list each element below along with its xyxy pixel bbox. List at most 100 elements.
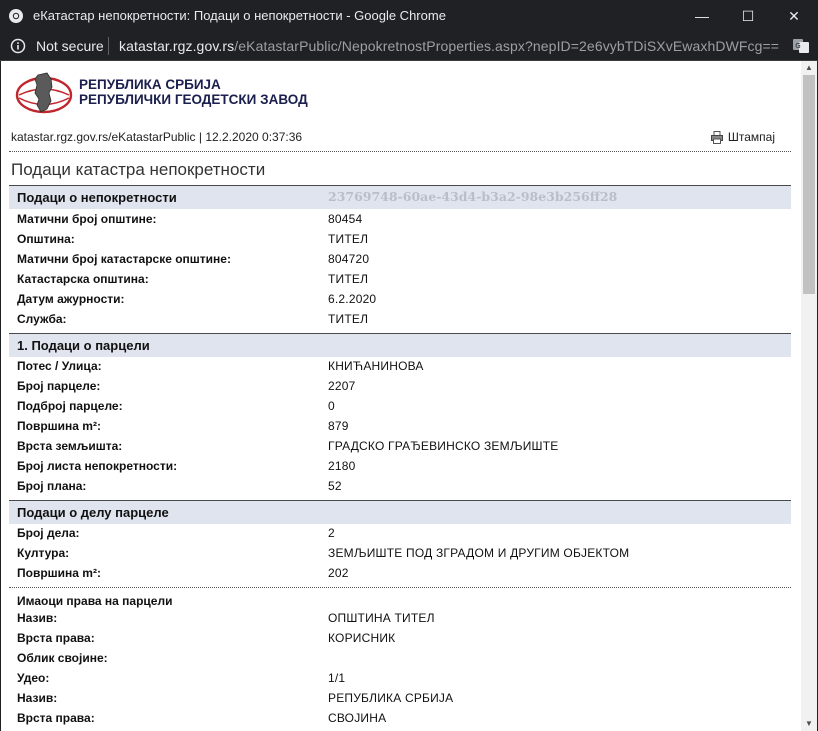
- part-row: Култура: ЗЕМЉИШТЕ ПОД ЗГРАДОМ И ДРУГИМ ОБ…: [17, 544, 777, 564]
- minimize-button[interactable]: —: [679, 0, 725, 32]
- parcel-row: Подброј парцеле: 0: [17, 397, 777, 417]
- field-label: Број листа непокретности:: [17, 459, 178, 473]
- field-value: ТИТЕЛ: [328, 312, 369, 326]
- print-link[interactable]: Штампај: [710, 130, 775, 144]
- property-row: Датум ажурности: 6.2.2020: [17, 290, 777, 310]
- site-meta: katastar.rgz.gov.rs/eKatastarPublic | 12…: [11, 130, 303, 144]
- field-label: Назив:: [17, 691, 58, 705]
- parcel-row: Површина m²: 879: [17, 417, 777, 437]
- field-label: Катастарска општина:: [17, 272, 149, 286]
- field-label: Број дела:: [17, 526, 80, 540]
- field-value: 804720: [328, 252, 370, 266]
- page-scrollbar[interactable]: ▲ ▼: [801, 61, 817, 731]
- field-label: Облик својине:: [17, 651, 108, 665]
- field-value: ОПШТИНА ТИТЕЛ: [328, 611, 435, 625]
- field-label: Култура:: [17, 546, 70, 560]
- field-label: Врста права:: [17, 631, 95, 645]
- scroll-down-arrow-icon[interactable]: ▼: [801, 717, 817, 731]
- field-label: Број плана:: [17, 479, 87, 493]
- owner-row: Назив: РЕПУБЛИКА СРБИЈА: [17, 689, 777, 709]
- owners-title: Имаоци права на парцели: [17, 594, 173, 608]
- rgz-logo: [15, 72, 73, 114]
- section-parcel-header: 1. Подаци о парцели: [9, 333, 791, 357]
- url-path: /eKatastarPublic/NepokretnostProperties.…: [234, 38, 780, 54]
- url-host: katastar.rgz.gov.rs: [119, 38, 235, 54]
- field-value: КОРИСНИК: [328, 631, 396, 645]
- property-guid: 23769748-60ae-43d4-b3a2-98e3b256ff28: [328, 189, 618, 204]
- org-name-line2: РЕПУБЛИЧКИ ГЕОДЕТСКИ ЗАВОД: [79, 92, 308, 107]
- field-value: РЕПУБЛИКА СРБИЈА: [328, 691, 454, 705]
- owner-row: Удео: 1/1: [17, 669, 777, 689]
- field-value: 0: [328, 399, 335, 413]
- parcel-row: Врста земљишта: ГРАДСКО ГРАЂЕВИНСКО ЗЕМЉИ…: [17, 437, 777, 457]
- parcel-row: Број плана: 52: [17, 477, 777, 497]
- part-row: Површина m²: 202: [17, 564, 777, 584]
- field-label: Назив:: [17, 611, 58, 625]
- close-icon: ✕: [788, 7, 800, 24]
- printer-icon: [710, 130, 723, 144]
- maximize-icon: ☐: [741, 7, 755, 24]
- maximize-button[interactable]: ☐: [725, 0, 771, 32]
- field-value: 879: [328, 419, 349, 433]
- page-title: Подаци катастра непокретности: [11, 160, 266, 179]
- org-name: РЕПУБЛИКА СРБИЈА РЕПУБЛИЧКИ ГЕОДЕТСКИ ЗА…: [79, 77, 308, 107]
- field-value: ТИТЕЛ: [328, 232, 369, 246]
- field-label: Матични број општине:: [17, 212, 157, 226]
- owner-row: Врста права: СВОЈИНА: [17, 709, 777, 729]
- url-field[interactable]: katastar.rgz.gov.rs/eKatastarPublic/Nepo…: [119, 38, 779, 54]
- address-bar: Not secure katastar.rgz.gov.rs/eKatastar…: [0, 32, 818, 61]
- security-status[interactable]: Not secure: [36, 38, 104, 54]
- print-label: Штампај: [727, 130, 775, 144]
- section-title: Подаци о делу парцеле: [17, 505, 169, 520]
- field-value: 2180: [328, 459, 356, 473]
- property-row: Катастарска општина: ТИТЕЛ: [17, 270, 777, 290]
- field-label: Општина:: [17, 232, 75, 246]
- property-row: Матични број катастарске општине: 804720: [17, 250, 777, 270]
- property-row: Служба: ТИТЕЛ: [17, 310, 777, 330]
- field-label: Врста земљишта:: [17, 439, 123, 453]
- field-label: Служба:: [17, 312, 67, 326]
- section-property-header: Подаци о непокретности 23769748-60ae-43d…: [9, 185, 791, 209]
- field-value: 2207: [328, 379, 356, 393]
- translate-icon[interactable]: G: [792, 37, 810, 55]
- svg-text:G: G: [795, 42, 800, 50]
- info-icon[interactable]: [10, 38, 26, 54]
- scroll-up-arrow-icon[interactable]: ▲: [801, 61, 817, 75]
- field-label: Датум ажурности:: [17, 292, 125, 306]
- field-value: 52: [328, 479, 342, 493]
- divider: [9, 151, 791, 152]
- section-title: 1. Подаци о парцели: [17, 338, 150, 353]
- close-button[interactable]: ✕: [771, 0, 817, 32]
- field-value: 1/1: [328, 671, 346, 685]
- field-value: 202: [328, 566, 349, 580]
- field-label: Површина m²:: [17, 419, 101, 433]
- property-row: Матични број општине: 80454: [17, 210, 777, 230]
- field-label: Потес / Улица:: [17, 359, 102, 373]
- field-value: ТИТЕЛ: [328, 272, 369, 286]
- minimize-icon: —: [695, 8, 709, 24]
- page-content: РЕПУБЛИКА СРБИЈА РЕПУБЛИЧКИ ГЕОДЕТСКИ ЗА…: [1, 61, 801, 731]
- field-label: Подброј парцеле:: [17, 399, 123, 413]
- org-name-line1: РЕПУБЛИКА СРБИЈА: [79, 77, 221, 92]
- field-label: Удео:: [17, 671, 50, 685]
- field-label: Матични број катастарске општине:: [17, 252, 231, 266]
- field-value: ЗЕМЉИШТЕ ПОД ЗГРАДОМ И ДРУГИМ ОБЈЕКТОМ: [328, 546, 630, 560]
- window-title: еКатастар непокретности: Подаци о непокр…: [33, 8, 446, 23]
- owner-row: Врста права: КОРИСНИК: [17, 629, 777, 649]
- field-label: Број парцеле:: [17, 379, 101, 393]
- field-label: Врста права:: [17, 711, 95, 725]
- field-value: СВОЈИНА: [328, 711, 387, 725]
- owner-row: Назив: ОПШТИНА ТИТЕЛ: [17, 609, 777, 629]
- section-title: Подаци о непокретности: [17, 190, 177, 205]
- parcel-row: Потес / Улица: КНИЋАНИНОВА: [17, 357, 777, 377]
- chrome-app-icon: [9, 9, 23, 23]
- field-value: КНИЋАНИНОВА: [328, 359, 424, 373]
- parcel-row: Број листа непокретности: 2180: [17, 457, 777, 477]
- property-row: Општина: ТИТЕЛ: [17, 230, 777, 250]
- section-part-header: Подаци о делу парцеле: [9, 500, 791, 524]
- scrollbar-thumb[interactable]: [803, 75, 815, 294]
- parcel-row: Број парцеле: 2207: [17, 377, 777, 397]
- owner-row: Облик својине:: [17, 649, 777, 669]
- field-label: Површина m²:: [17, 566, 101, 580]
- part-row: Број дела: 2: [17, 524, 777, 544]
